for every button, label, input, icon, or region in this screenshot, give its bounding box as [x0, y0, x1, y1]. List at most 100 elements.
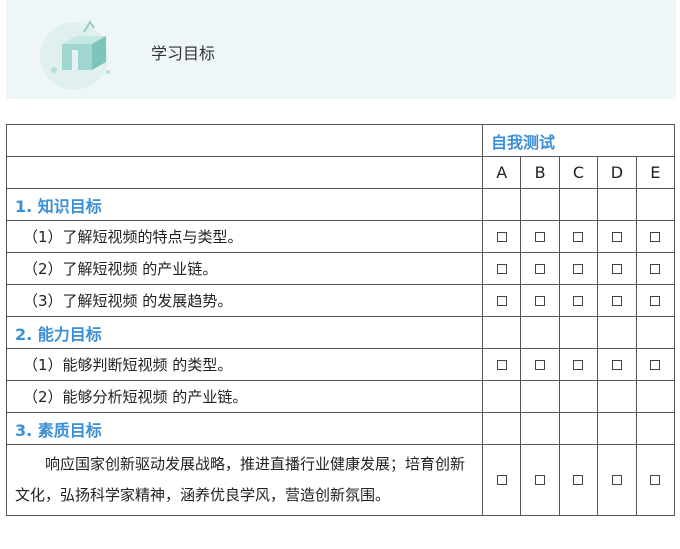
checkbox-cell: [635, 380, 676, 413]
checkbox-cell: [635, 220, 676, 253]
checkbox-cell: [481, 348, 522, 381]
empty-cell: [481, 412, 522, 445]
checkbox-b[interactable]: [535, 475, 546, 485]
table-row: （1）了解短视频的特点与类型。: [6, 220, 676, 253]
empty-cell: [597, 188, 637, 221]
objective-text: （3）了解短视频 的发展趋势。: [6, 284, 483, 317]
checkbox-cell: [520, 252, 560, 285]
checkbox-cell: [558, 252, 599, 285]
checkbox-d[interactable]: [611, 359, 622, 370]
checkbox-cell: [520, 348, 560, 381]
checkbox-cell: [635, 284, 676, 317]
checkbox-cell: [558, 284, 599, 317]
checkbox-cell: [597, 348, 637, 381]
checkbox-a[interactable]: [496, 263, 507, 274]
checkbox-cell: [481, 444, 522, 516]
column-header-a: A: [481, 156, 522, 189]
checkbox-d[interactable]: [611, 263, 622, 274]
section-title: 3. 素质目标: [6, 412, 483, 445]
checkbox-cell: [481, 380, 522, 413]
objective-text: （1）能够判断短视频 的类型。: [6, 348, 483, 381]
page-title: 学习目标: [151, 44, 216, 63]
section-title: 1. 知识目标: [6, 188, 483, 221]
checkbox-cell: [635, 444, 676, 516]
section-title: 2. 能力目标: [6, 316, 483, 349]
checkbox-cell: [597, 444, 637, 516]
checkbox-a[interactable]: [496, 231, 507, 242]
gift-box-icon: [40, 20, 110, 90]
checkbox-a[interactable]: [496, 295, 507, 306]
section-row: 2. 能力目标: [6, 316, 676, 349]
table-row: （1）能够判断短视频 的类型。: [6, 348, 676, 381]
table-header-row: 自我测试: [6, 124, 675, 157]
column-header-c: C: [558, 156, 599, 189]
checkbox-a[interactable]: [496, 359, 507, 370]
checkbox-d[interactable]: [611, 475, 622, 485]
objectives-table: 自我测试 A B C D E 1. 知识目标 （1）了解短视频的特点与类型。 （2）了解短视频 …: [6, 124, 676, 516]
checkbox-cell: [520, 444, 560, 516]
checkbox-e[interactable]: [650, 359, 661, 370]
checkbox-c[interactable]: [573, 475, 584, 485]
checkbox-cell: [520, 380, 560, 413]
checkbox-cell: [635, 348, 676, 381]
empty-cell: [520, 188, 560, 221]
empty-cell: [558, 412, 599, 445]
section-header: 学习目标: [6, 0, 676, 99]
checkbox-c[interactable]: [573, 295, 584, 306]
empty-cell: [558, 316, 599, 349]
checkbox-c[interactable]: [573, 359, 584, 370]
checkbox-d[interactable]: [611, 231, 622, 242]
checkbox-cell: [481, 284, 522, 317]
checkbox-e[interactable]: [650, 231, 661, 242]
checkbox-cell: [481, 220, 522, 253]
empty-cell: [481, 316, 522, 349]
table-row: （2）了解短视频 的产业链。: [6, 252, 676, 285]
table-columns-row: ABCDE: [6, 156, 676, 189]
checkbox-b[interactable]: [535, 263, 546, 274]
checkbox-e[interactable]: [650, 475, 661, 485]
checkbox-cell: [597, 284, 637, 317]
column-header-b: B: [520, 156, 560, 189]
empty-cell: [481, 188, 522, 221]
checkbox-e[interactable]: [650, 263, 661, 274]
checkbox-e[interactable]: [650, 295, 661, 306]
checkbox-cell: [558, 444, 599, 516]
checkbox-cell: [635, 252, 676, 285]
checkbox-a[interactable]: [496, 475, 507, 485]
empty-cell: [520, 316, 560, 349]
empty-cell: [597, 316, 637, 349]
objective-text: （2）能够分析短视频 的产业链。: [6, 380, 483, 413]
empty-cell: [597, 412, 637, 445]
checkbox-cell: [481, 252, 522, 285]
self-test-header: 自我测试: [482, 124, 675, 157]
empty-cell: [520, 412, 560, 445]
checkbox-cell: [558, 220, 599, 253]
objective-text: （2）了解短视频 的产业链。: [6, 252, 483, 285]
header-empty-cell: [6, 156, 483, 189]
section-row: 1. 知识目标: [6, 188, 676, 221]
table-row: 响应国家创新驱动发展战略，推进直播行业健康发展；培育创新文化，弘扬科学家精神，涵…: [6, 444, 676, 516]
checkbox-b[interactable]: [535, 231, 546, 242]
objective-text: 响应国家创新驱动发展战略，推进直播行业健康发展；培育创新文化，弘扬科学家精神，涵…: [6, 444, 483, 516]
checkbox-b[interactable]: [535, 359, 546, 370]
objective-text: （1）了解短视频的特点与类型。: [6, 220, 483, 253]
checkbox-cell: [520, 220, 560, 253]
checkbox-cell: [597, 220, 637, 253]
checkbox-c[interactable]: [573, 231, 584, 242]
checkbox-cell: [558, 380, 599, 413]
empty-cell: [635, 316, 676, 349]
empty-cell: [558, 188, 599, 221]
checkbox-d[interactable]: [611, 295, 622, 306]
checkbox-cell: [597, 380, 637, 413]
empty-cell: [635, 412, 676, 445]
checkbox-c[interactable]: [573, 263, 584, 274]
table-row: （2）能够分析短视频 的产业链。: [6, 380, 676, 413]
checkbox-cell: [597, 252, 637, 285]
section-row: 3. 素质目标: [6, 412, 676, 445]
checkbox-cell: [520, 284, 560, 317]
checkbox-cell: [558, 348, 599, 381]
column-header-d: D: [597, 156, 637, 189]
header-empty-cell: [6, 124, 483, 157]
column-header-e: E: [635, 156, 676, 189]
checkbox-b[interactable]: [535, 295, 546, 306]
